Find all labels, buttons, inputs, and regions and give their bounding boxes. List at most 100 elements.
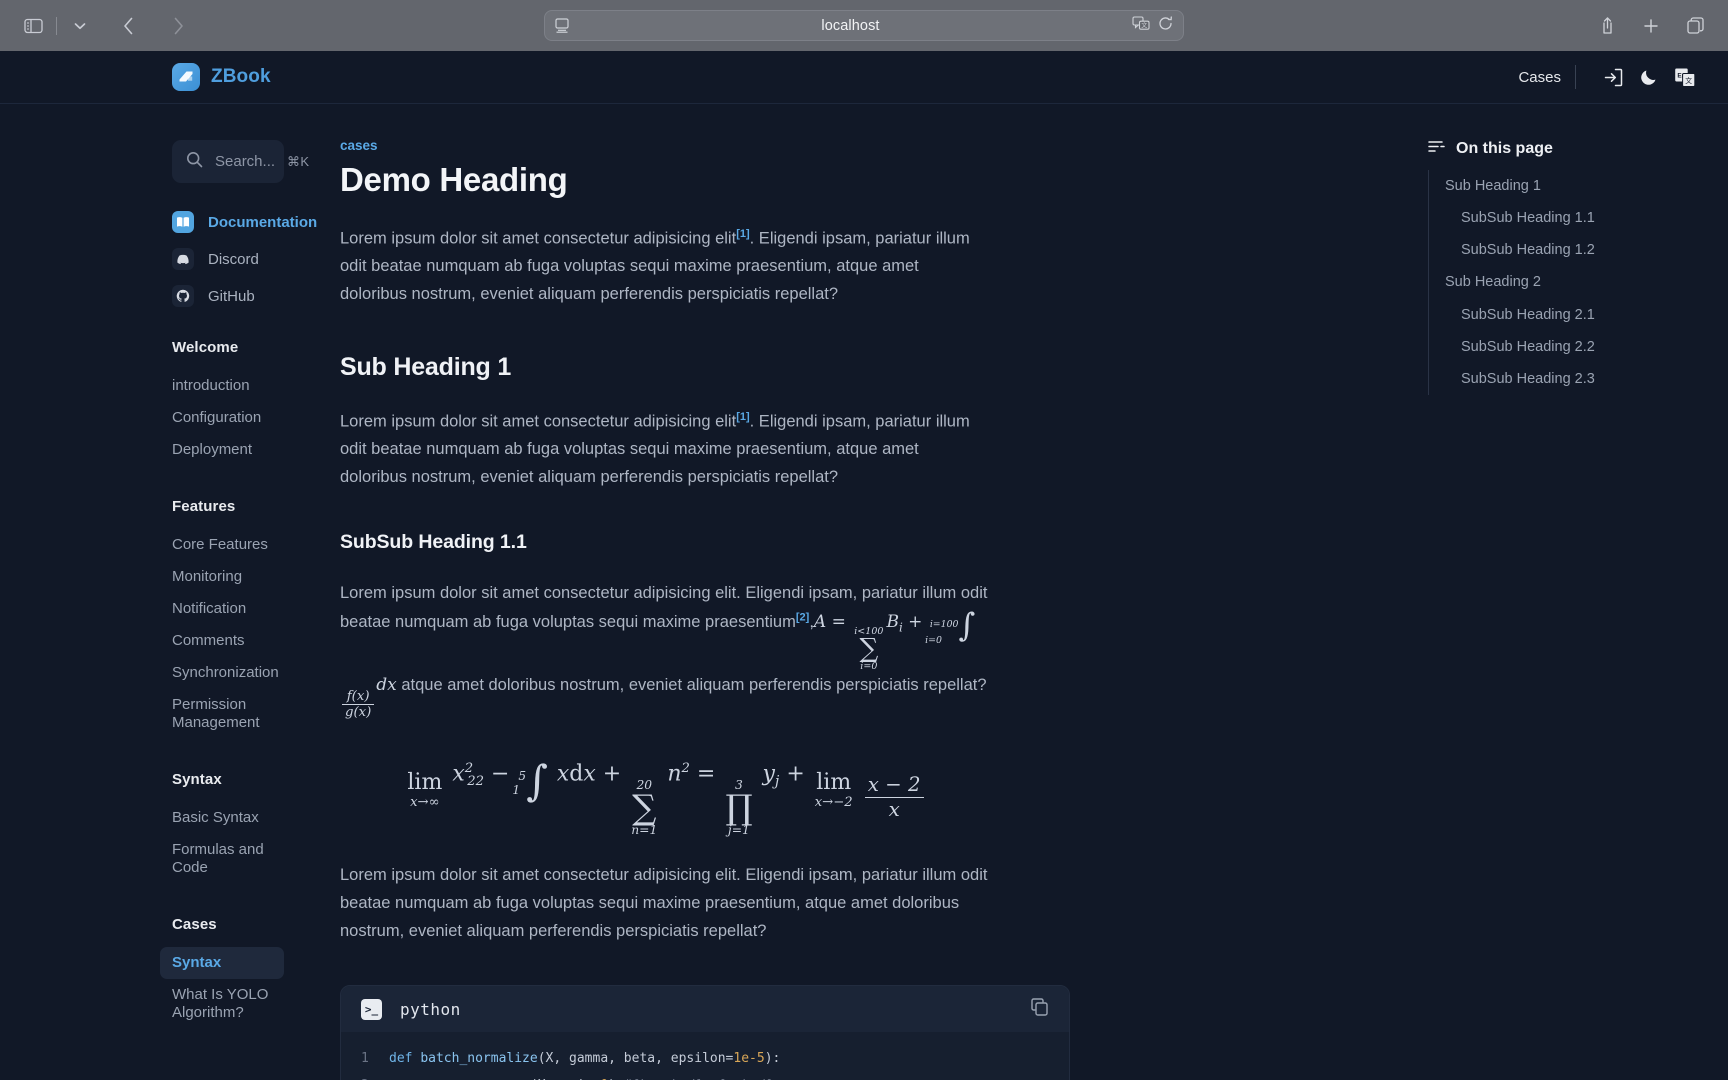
intro-paragraph: Lorem ipsum dolor sit amet consectetur a… xyxy=(340,225,990,309)
plus-icon[interactable] xyxy=(1634,11,1668,41)
sidebar-item-synchronization[interactable]: Synchronization xyxy=(160,657,284,689)
page-title: Demo Heading xyxy=(340,161,568,198)
reader-view-icon[interactable] xyxy=(555,18,569,33)
code-line: 1 def batch_normalize(X, gamma, beta, eps… xyxy=(341,1046,1069,1073)
github-icon xyxy=(172,285,194,307)
main-content: cases Demo Heading Lorem ipsum dolor sit… xyxy=(340,104,1428,1080)
browser-nav-controls xyxy=(16,11,195,41)
sub-heading-1: Sub Heading 1 xyxy=(340,352,512,381)
toc-item-subsub-heading-1-1[interactable]: SubSub Heading 1.1 xyxy=(1429,202,1688,234)
header-nav-cases[interactable]: Cases xyxy=(1518,69,1575,86)
sidebar-toggle-icon[interactable] xyxy=(16,11,50,41)
sidebar-item-label: Documentation xyxy=(208,213,318,231)
line-number: 2 xyxy=(361,1073,389,1080)
sidebar-item-notification[interactable]: Notification xyxy=(160,593,284,625)
chrome-divider xyxy=(56,16,57,35)
toc-item-subsub-heading-2-1[interactable]: SubSub Heading 2.1 xyxy=(1429,299,1688,331)
reload-icon[interactable] xyxy=(1158,15,1173,36)
toc-item-subsub-heading-2-2[interactable]: SubSub Heading 2.2 xyxy=(1429,331,1688,363)
search-icon xyxy=(186,151,203,173)
breadcrumb[interactable]: cases xyxy=(340,138,1388,153)
header-actions: Cases En 文 xyxy=(1518,62,1700,92)
footnote-ref-1[interactable]: [1] xyxy=(736,228,749,240)
brand-logo-link[interactable]: ZBook xyxy=(172,63,271,91)
tab-overview-icon[interactable] xyxy=(1678,11,1712,41)
paragraph-text: Lorem ipsum dolor sit amet consectetur a… xyxy=(340,412,737,431)
code-block-header: >_ python xyxy=(341,986,1069,1033)
sidebar-item-deployment[interactable]: Deployment xyxy=(160,434,284,466)
footnote-ref-2[interactable]: [2] xyxy=(796,612,809,624)
book-icon xyxy=(172,211,194,233)
svg-text:文: 文 xyxy=(1141,21,1147,29)
login-icon[interactable] xyxy=(1598,62,1628,92)
chevron-down-icon[interactable] xyxy=(63,11,97,41)
code-language-label: python xyxy=(400,999,461,1019)
sidebar-item-formulas-and-code[interactable]: Formulas and Code xyxy=(160,834,284,884)
toc-item-sub-heading-2[interactable]: Sub Heading 2 xyxy=(1429,266,1688,298)
language-translate-icon[interactable]: En 文 xyxy=(1670,62,1700,92)
code-block-body[interactable]: 1 def batch_normalize(X, gamma, beta, eps… xyxy=(341,1032,1069,1080)
sidebar-item-label: Discord xyxy=(208,250,259,268)
zbook-logo-icon xyxy=(172,63,200,91)
nav-group-title: Cases xyxy=(172,916,217,933)
sidebar-item-monitoring[interactable]: Monitoring xyxy=(160,561,284,593)
sidebar-item-syntax-case[interactable]: Syntax xyxy=(160,947,284,979)
copy-icon[interactable] xyxy=(1030,997,1049,1021)
translate-icon[interactable]: 文 xyxy=(1132,15,1150,36)
terminal-icon: >_ xyxy=(361,998,382,1020)
sidebar-item-yolo-algorithm[interactable]: What Is YOLO Algorithm? xyxy=(160,979,284,1029)
share-icon[interactable] xyxy=(1590,11,1624,41)
page-layout: Search... ⌘K Documentation Discord GitHu… xyxy=(0,104,1728,1080)
url-text: localhost xyxy=(821,17,880,34)
toc-header: On this page xyxy=(1428,140,1688,158)
toc-item-subsub-heading-2-3[interactable]: SubSub Heading 2.3 xyxy=(1429,363,1688,395)
paragraph-text: atque amet doloribus nostrum, eveniet al… xyxy=(396,676,987,695)
toc-item-subsub-heading-1-2[interactable]: SubSub Heading 1.2 xyxy=(1429,234,1688,266)
toc-item-sub-heading-1[interactable]: Sub Heading 1 xyxy=(1429,170,1688,202)
sidebar-item-comments[interactable]: Comments xyxy=(160,625,284,657)
nav-group-title: Welcome xyxy=(172,339,239,356)
toc-title: On this page xyxy=(1456,140,1553,157)
browser-actions xyxy=(1590,11,1712,41)
subsub-heading-1-1: SubSub Heading 1.1 xyxy=(340,531,527,554)
app-header: ZBook Cases En 文 xyxy=(0,51,1728,104)
paragraph-text: Lorem ipsum dolor sit amet consectetur a… xyxy=(340,229,737,248)
nav-group-welcome: Welcome introduction Configuration Deplo… xyxy=(172,339,284,466)
sidebar: Search... ⌘K Documentation Discord GitHu… xyxy=(0,104,340,1080)
svg-text:文: 文 xyxy=(1685,75,1692,84)
search-placeholder: Search... xyxy=(215,153,276,170)
sidebar-item-configuration[interactable]: Configuration xyxy=(160,402,284,434)
moon-icon[interactable] xyxy=(1634,62,1664,92)
code-block: >_ python 1 def batch_normalize(X, gamma,… xyxy=(340,985,1070,1080)
sidebar-item-github[interactable]: GitHub xyxy=(172,285,284,307)
code-text: mean = np.mean(X, axis=0) #[b,w,h,d]->[w… xyxy=(389,1073,772,1080)
nav-group-features: Features Core Features Monitoring Notifi… xyxy=(172,498,284,739)
brand-name: ZBook xyxy=(211,66,271,87)
table-of-contents: On this page Sub Heading 1 SubSub Headin… xyxy=(1428,104,1728,1080)
sidebar-item-documentation[interactable]: Documentation xyxy=(172,211,317,233)
closing-paragraph: Lorem ipsum dolor sit amet consectetur a… xyxy=(340,866,988,940)
sidebar-item-label: GitHub xyxy=(208,287,255,305)
discord-icon xyxy=(172,248,194,270)
forward-arrow-icon[interactable] xyxy=(161,11,195,41)
sidebar-item-discord[interactable]: Discord xyxy=(172,248,284,270)
nav-group-syntax: Syntax Basic Syntax Formulas and Code xyxy=(172,771,284,884)
sidebar-item-permission-management[interactable]: Permission Management xyxy=(160,689,284,739)
sidebar-item-introduction[interactable]: introduction xyxy=(160,370,284,402)
back-arrow-icon[interactable] xyxy=(111,11,145,41)
search-shortcut: ⌘K xyxy=(287,153,310,169)
search-input[interactable]: Search... ⌘K xyxy=(172,140,309,183)
display-math-formula: lim x→∞ x222 − 5 1 ∫ xdx + 20 ∑ n=1 n2 = 3 ∏ j=… xyxy=(340,759,990,836)
code-line: 2 mean = np.mean(X, axis=0) #[b,w,h,d]->… xyxy=(341,1073,1069,1080)
browser-chrome: localhost 文 xyxy=(0,0,1728,51)
header-divider xyxy=(1575,65,1576,89)
sidebar-item-core-features[interactable]: Core Features xyxy=(160,529,284,561)
sub1-paragraph: Lorem ipsum dolor sit amet consectetur a… xyxy=(340,408,990,492)
nav-group-title: Features xyxy=(172,498,236,515)
subsub11-paragraph: Lorem ipsum dolor sit amet consectetur a… xyxy=(340,580,990,720)
nav-group-title: Syntax xyxy=(172,771,222,788)
footnote-ref-1[interactable]: [1] xyxy=(736,411,749,423)
address-bar[interactable]: localhost 文 xyxy=(544,10,1184,41)
sidebar-item-basic-syntax[interactable]: Basic Syntax xyxy=(160,802,284,834)
code-text: def batch_normalize(X, gamma, beta, epsi… xyxy=(389,1051,781,1067)
